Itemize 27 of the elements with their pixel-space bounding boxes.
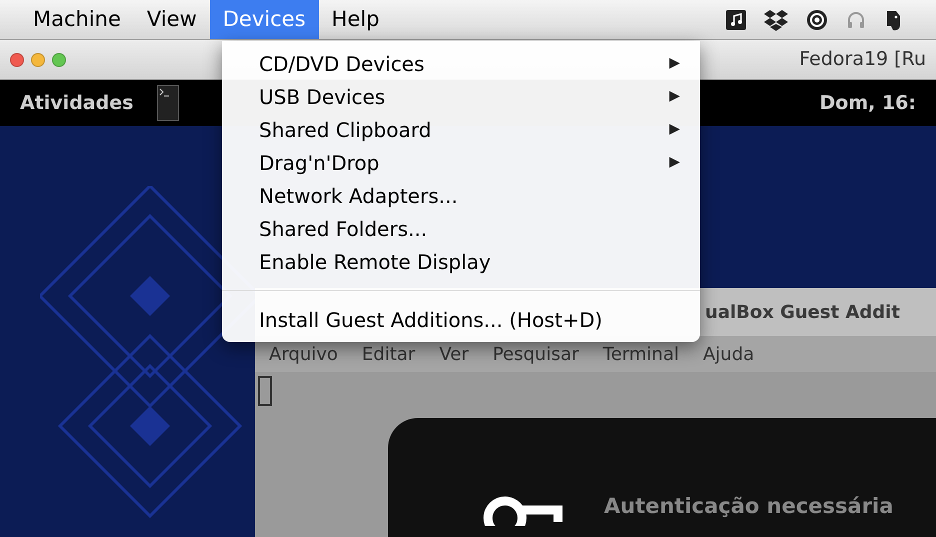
clock[interactable]: Dom, 16: (820, 88, 916, 118)
window-title: Fedora19 [Ru (799, 47, 926, 72)
menu-item[interactable]: Drag'n'Drop ▶ (222, 146, 700, 179)
menu-item[interactable]: USB Devices ▶ (222, 80, 700, 113)
terminal-menu-item[interactable]: Ajuda (702, 340, 754, 368)
submenu-arrow-icon: ▶ (669, 53, 680, 74)
menu-item[interactable]: Network Adapters... (222, 179, 700, 212)
activities-button[interactable]: Atividades (20, 88, 134, 118)
menu-item[interactable]: Enable Remote Display (222, 245, 700, 278)
menu-item[interactable]: Shared Clipboard ▶ (222, 113, 700, 146)
terminal-menu-item[interactable]: Pesquisar (492, 340, 579, 368)
menu-bar-item[interactable]: View (134, 0, 210, 39)
terminal-menu-item[interactable]: Arquivo (269, 340, 338, 368)
menu-item[interactable]: CD/DVD Devices ▶ (222, 47, 700, 80)
terminal-title: ualBox Guest Addit (705, 300, 900, 324)
menu-item[interactable]: Install Guest Additions... (Host+D) (222, 303, 700, 336)
submenu-arrow-icon: ▶ (669, 152, 680, 173)
submenu-arrow-icon: ▶ (669, 119, 680, 140)
terminal-menu-item[interactable]: Terminal (602, 340, 679, 368)
dialog-title: Autenticação necessária (604, 493, 894, 520)
menu-bar-item[interactable]: Help (318, 0, 392, 39)
submenu-arrow-icon: ▶ (669, 86, 680, 107)
terminal-menu-item[interactable]: Editar (362, 340, 416, 368)
menu-bar-item[interactable]: Machine (20, 0, 134, 39)
menu-item[interactable]: Shared Folders... (222, 212, 700, 245)
terminal-menu-item[interactable]: Ver (439, 340, 469, 368)
menu-bar-item[interactable]: Devices (210, 0, 319, 39)
